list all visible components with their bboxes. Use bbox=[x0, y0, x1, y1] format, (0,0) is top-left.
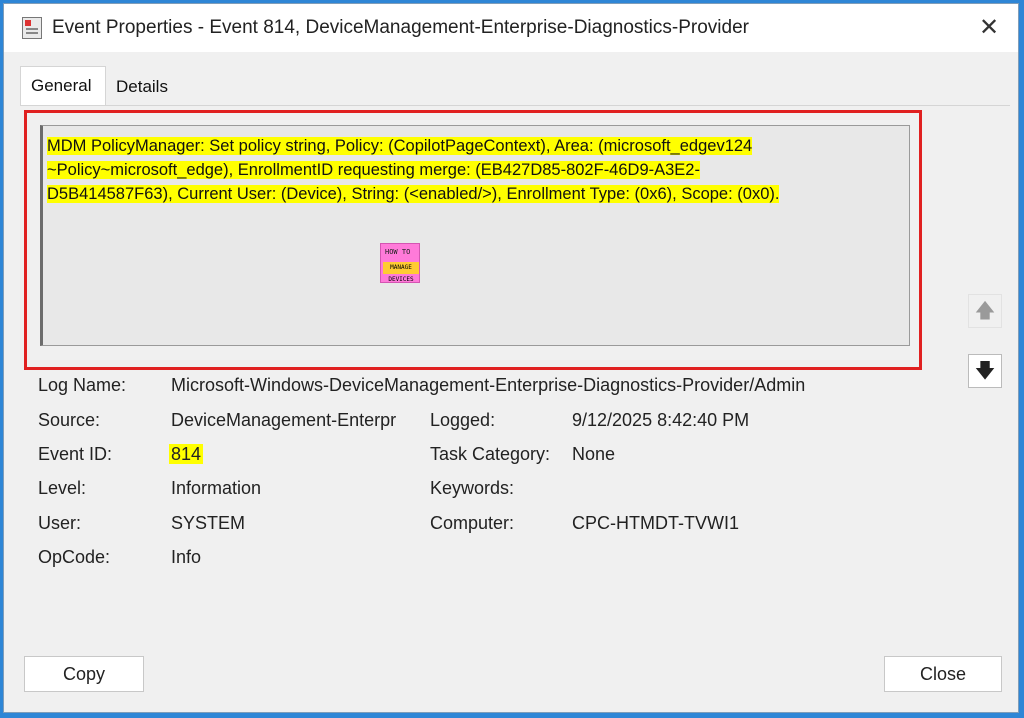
log-name-value[interactable]: Microsoft-Windows-DeviceManagement-Enter… bbox=[171, 375, 805, 396]
tab-details[interactable]: Details bbox=[116, 66, 196, 106]
task-category-value[interactable]: None bbox=[572, 444, 615, 465]
task-category-label: Task Category: bbox=[430, 444, 551, 464]
level-label: Level: bbox=[38, 478, 87, 498]
event-description-box[interactable]: MDM PolicyManager: Set policy string, Po… bbox=[40, 125, 910, 346]
htmd-logo: HOW TO MANAGE DEVICES bbox=[380, 243, 420, 283]
event-description-text: MDM PolicyManager: Set policy string, Po… bbox=[47, 134, 907, 206]
log-name-label: Log Name: bbox=[38, 375, 127, 395]
opcode-value[interactable]: Info bbox=[171, 547, 201, 568]
event-id-value[interactable]: 814 bbox=[169, 444, 204, 465]
window-title: Event Properties - Event 814, DeviceMana… bbox=[52, 17, 749, 38]
event-id-highlight: 814 bbox=[169, 444, 204, 464]
event-viewer-icon bbox=[22, 17, 42, 39]
source-label: Source: bbox=[38, 410, 101, 430]
arrow-down-icon[interactable]: 🡇 bbox=[968, 354, 1002, 388]
source-value[interactable]: DeviceManagement-Enterpr bbox=[171, 410, 396, 431]
computer-value[interactable]: CPC-HTMDT-TVWI1 bbox=[572, 513, 739, 534]
close-button[interactable]: Close bbox=[884, 656, 1002, 692]
copy-button[interactable]: Copy bbox=[24, 656, 144, 692]
description-line-2: ~Policy~microsoft_edge), EnrollmentID re… bbox=[47, 161, 700, 179]
level-value[interactable]: Information bbox=[171, 478, 261, 499]
title-bar: Event Properties - Event 814, DeviceMana… bbox=[4, 4, 1018, 52]
computer-label: Computer: bbox=[430, 513, 515, 533]
arrow-up-icon[interactable]: 🡅 bbox=[968, 294, 1002, 328]
logo-line-2: MANAGE DEVICES bbox=[383, 262, 419, 283]
close-icon[interactable]: ✕ bbox=[972, 11, 1006, 45]
tab-general[interactable]: General bbox=[20, 66, 106, 106]
keywords-label: Keywords: bbox=[430, 478, 515, 498]
description-line-3: D5B414587F63), Current User: (Device), S… bbox=[47, 185, 780, 203]
event-id-label: Event ID: bbox=[38, 444, 113, 464]
logged-value[interactable]: 9/12/2025 8:42:40 PM bbox=[572, 410, 749, 431]
logged-label: Logged: bbox=[430, 410, 496, 430]
description-line-1: MDM PolicyManager: Set policy string, Po… bbox=[47, 137, 753, 155]
user-value[interactable]: SYSTEM bbox=[171, 513, 245, 534]
logo-line-1: HOW TO bbox=[385, 248, 411, 256]
user-label: User: bbox=[38, 513, 82, 533]
opcode-label: OpCode: bbox=[38, 547, 111, 567]
